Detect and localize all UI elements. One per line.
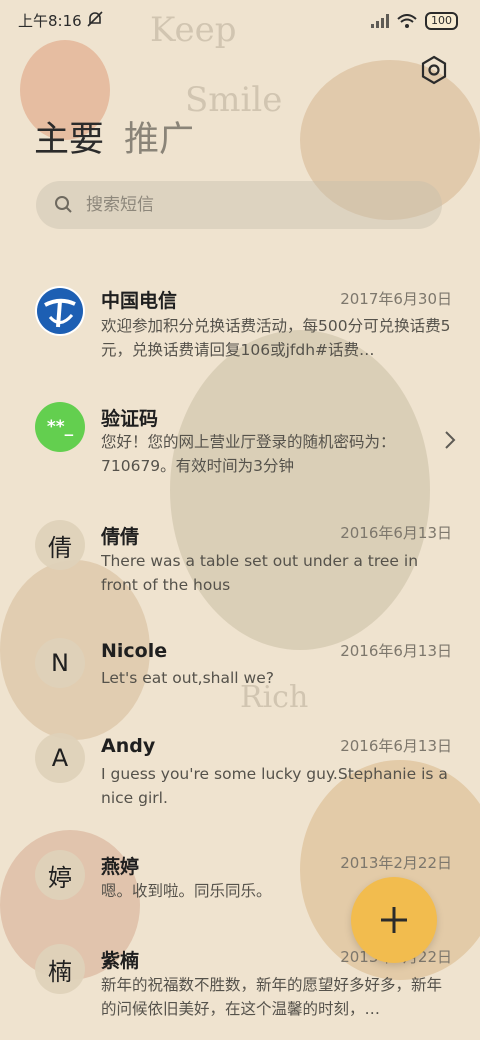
message-date: 2016年6月13日 <box>340 642 452 660</box>
search-input[interactable] <box>84 194 408 216</box>
contact-name: Nicole <box>101 640 168 662</box>
telecom-logo-icon <box>37 288 83 334</box>
conversation-item[interactable]: 中国电信 2017年6月30日 欢迎参加积分兑换话费活动，每500分可兑换话费5… <box>0 280 480 376</box>
status-bar: 上午8:16 100 <box>0 0 480 40</box>
contact-name: 验证码 <box>101 408 159 430</box>
avatar: A <box>35 733 85 783</box>
conversation-item[interactable]: N Nicole 2016年6月13日 Let's eat out,shall … <box>0 638 480 708</box>
contact-name: Andy <box>101 735 156 757</box>
tab-main[interactable]: 主要 <box>34 118 104 162</box>
message-date: 2016年6月13日 <box>340 737 452 755</box>
contact-name: 燕婷 <box>101 856 140 878</box>
conversation-item[interactable]: **_ 验证码 您好！您的网上营业厅登录的随机密码为：710679。有效时间为3… <box>0 400 480 490</box>
mute-icon <box>87 11 103 27</box>
message-preview: There was a table set out under a tree i… <box>101 552 419 594</box>
chevron-right-icon <box>445 431 456 449</box>
tab-bar: 主要 推广 <box>34 118 194 162</box>
message-preview: I guess you're some lucky guy.Stephanie … <box>101 765 448 807</box>
message-date: 2016年6月13日 <box>340 524 452 542</box>
signal-icon <box>371 14 389 28</box>
wallpaper-decoration: Smile <box>185 80 283 120</box>
battery-indicator: 100 <box>425 12 458 30</box>
message-preview: Let's eat out,shall we? <box>101 669 274 687</box>
avatar: 婷 <box>35 850 85 900</box>
status-time: 上午8:16 <box>18 12 82 30</box>
settings-icon[interactable] <box>418 54 450 86</box>
avatar <box>35 286 85 336</box>
message-date: 2013年2月22日 <box>340 854 452 872</box>
status-icons: 100 <box>371 12 458 30</box>
plus-icon <box>381 907 407 933</box>
contact-name: 紫楠 <box>101 950 140 972</box>
conversation-item[interactable]: 倩 倩倩 2016年6月13日 There was a table set ou… <box>0 520 480 610</box>
tab-promotions[interactable]: 推广 <box>124 118 194 162</box>
contact-name: 中国电信 <box>101 290 178 312</box>
wifi-icon <box>397 14 417 28</box>
avatar: **_ <box>35 402 85 452</box>
conversation-item[interactable]: A Andy 2016年6月13日 I guess you're some lu… <box>0 733 480 823</box>
avatar: N <box>35 638 85 688</box>
contact-name: 倩倩 <box>101 526 140 548</box>
message-preview: 新年的祝福数不胜数，新年的愿望好多好多，新年的问候依旧美好，在这个温馨的时刻，… <box>101 976 443 1018</box>
message-preview: 欢迎参加积分兑换话费活动，每500分可兑换话费5元，兑换话费请回复106或jfd… <box>101 317 451 359</box>
message-date: 2017年6月30日 <box>340 290 452 308</box>
search-icon <box>55 196 72 213</box>
avatar: 倩 <box>35 520 85 570</box>
message-preview: 您好！您的网上营业厅登录的随机密码为：710679。有效时间为3分钟 <box>101 433 396 475</box>
new-message-button[interactable] <box>351 877 437 963</box>
search-bar[interactable] <box>36 181 442 229</box>
avatar: 楠 <box>35 944 85 994</box>
